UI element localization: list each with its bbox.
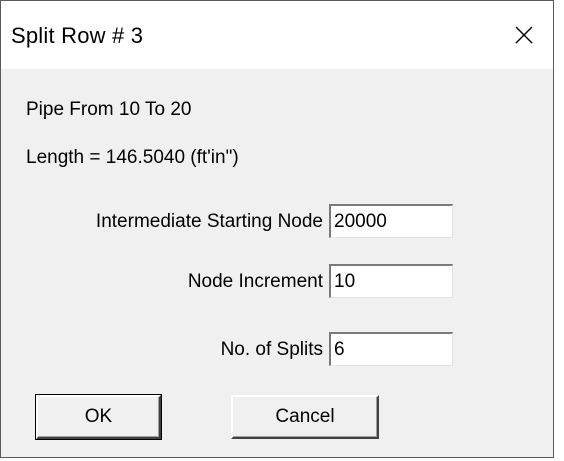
number-of-splits-input[interactable] — [329, 332, 453, 366]
ok-button[interactable]: OK — [35, 394, 162, 440]
node-increment-label: Node Increment — [187, 271, 323, 292]
node-increment-input[interactable] — [329, 264, 453, 298]
close-button[interactable] — [495, 1, 553, 69]
cancel-button[interactable]: Cancel — [231, 395, 379, 439]
pipe-from-to-text: Pipe From 10 To 20 — [26, 99, 192, 120]
number-of-splits-label: No. of Splits — [220, 339, 323, 360]
title-bar[interactable]: Split Row # 3 — [1, 1, 553, 69]
intermediate-starting-node-label: Intermediate Starting Node — [95, 211, 323, 232]
cancel-button-label: Cancel — [275, 406, 335, 427]
split-row-dialog: Split Row # 3 Pipe From 10 To 20 Length … — [0, 0, 554, 458]
length-text: Length = 146.5040 (ft'in") — [26, 147, 239, 168]
intermediate-starting-node-input[interactable] — [329, 204, 453, 238]
ok-button-label: OK — [84, 406, 113, 427]
close-icon — [515, 26, 533, 44]
dialog-title: Split Row # 3 — [11, 23, 144, 48]
